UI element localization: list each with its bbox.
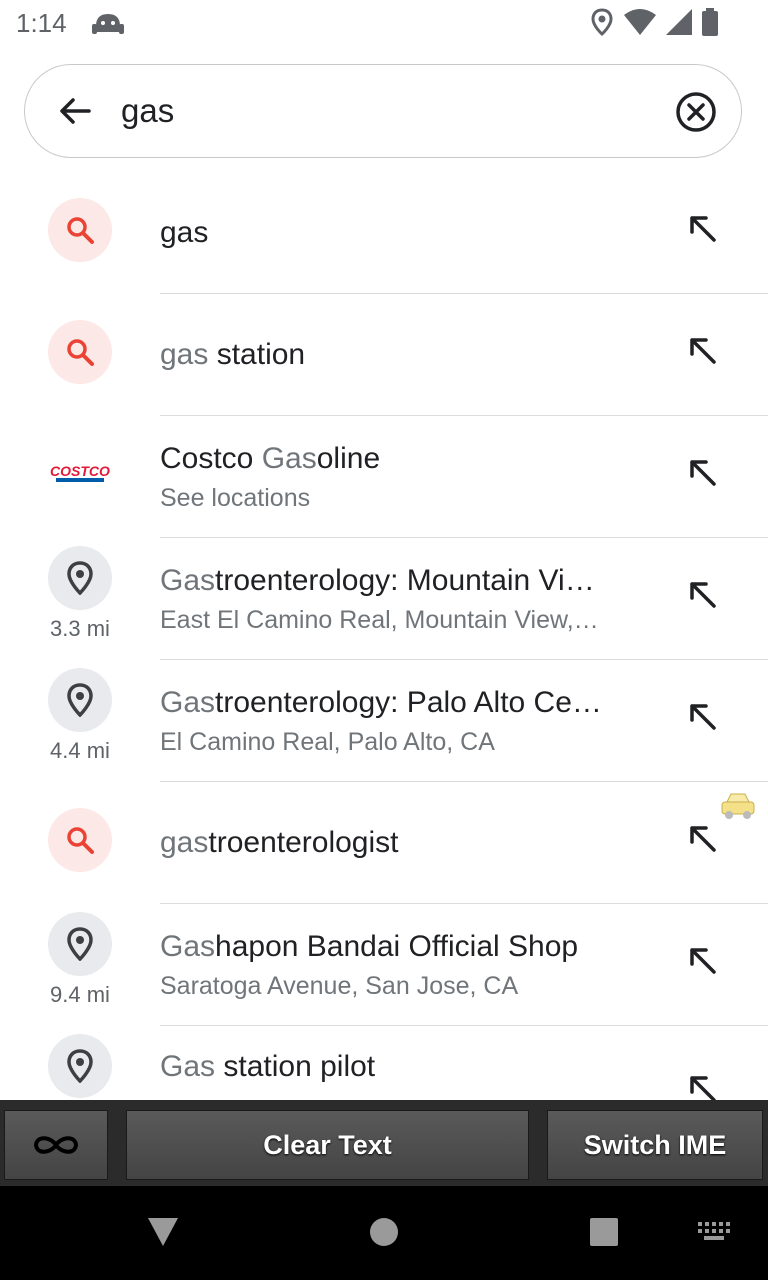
svg-text:COSTCO: COSTCO (50, 463, 110, 479)
magnifier-icon (67, 339, 94, 366)
result-subtitle: Saratoga Avenue, San Jose, CA (160, 971, 519, 1000)
result-title: gas station (160, 338, 306, 371)
ime-toolbar: Clear Text Switch IME (0, 1100, 768, 1186)
list-item[interactable]: 4.4 mi Gastroenterology: Palo Alto Ce… E… (0, 660, 768, 782)
list-item[interactable]: gastroenterologist (0, 782, 768, 904)
list-item[interactable]: 3.3 mi Gastroenterology: Mountain Vi… Ea… (0, 538, 768, 660)
result-subtitle: East El Camino Real, Mountain View,… (160, 605, 599, 634)
recents-nav-icon[interactable] (588, 1216, 620, 1248)
status-time: 1:14 (16, 8, 67, 38)
search-input[interactable]: gas (121, 89, 174, 133)
result-title: Gashapon Bandai Official Shop (160, 929, 579, 963)
place-pin-icon (48, 668, 112, 732)
place-pin-icon (48, 546, 112, 610)
result-title: Gastroenterology: Palo Alto Ce… (160, 685, 602, 719)
infinity-icon (33, 1136, 79, 1154)
home-nav-icon[interactable] (368, 1216, 400, 1248)
place-pin-icon (48, 1034, 112, 1098)
distance-label: 3.3 mi (50, 616, 110, 641)
status-bar: 1:14 (0, 0, 768, 48)
fill-query-arrow-icon[interactable] (684, 942, 720, 978)
fill-query-arrow-icon[interactable] (684, 210, 720, 246)
costco-logo-icon: COSTCO (50, 463, 110, 482)
android-robot-icon (92, 14, 124, 34)
distance-label: 9.4 mi (50, 982, 110, 1007)
result-title: gas (160, 216, 209, 249)
magnifier-icon (67, 827, 94, 854)
place-pin-icon (48, 912, 112, 976)
fill-query-arrow-icon[interactable] (684, 576, 720, 612)
magnifier-icon (67, 217, 94, 244)
result-title: Gas station pilot (160, 1050, 376, 1083)
list-item[interactable]: COSTCO Costco Gasoline See locations (0, 416, 768, 538)
fill-query-arrow-icon[interactable] (684, 820, 720, 856)
clear-text-button[interactable]: Clear Text (126, 1110, 529, 1180)
search-suggestion-icon (48, 198, 112, 262)
search-suggestion-icon (48, 808, 112, 872)
list-item[interactable]: gas (0, 172, 768, 294)
search-suggestion-icon (48, 320, 112, 384)
result-subtitle: El Camino Real, Palo Alto, CA (160, 727, 495, 756)
infinity-toggle-button[interactable] (4, 1110, 108, 1180)
battery-icon (702, 8, 718, 36)
switch-ime-button[interactable]: Switch IME (547, 1110, 763, 1180)
taxi-icon (721, 793, 755, 819)
result-title: gastroenterologist (160, 826, 399, 859)
result-title: Costco Gasoline (160, 441, 381, 475)
search-bar[interactable]: gas (24, 64, 742, 158)
fill-query-arrow-icon[interactable] (684, 698, 720, 734)
back-nav-icon[interactable] (146, 1216, 180, 1248)
result-title: Gastroenterology: Mountain Vi… (160, 563, 595, 597)
wifi-icon (624, 9, 656, 35)
fill-query-arrow-icon[interactable] (684, 332, 720, 368)
result-subtitle: See locations (160, 483, 311, 512)
navigation-bar (0, 1186, 768, 1280)
fill-query-arrow-icon[interactable] (684, 454, 720, 490)
list-item[interactable]: gas station (0, 294, 768, 416)
list-item[interactable]: 9.4 mi Gashapon Bandai Official Shop Sar… (0, 904, 768, 1026)
keyboard-icon[interactable] (696, 1220, 732, 1242)
signal-icon (666, 9, 692, 35)
location-icon (591, 8, 613, 36)
distance-label: 4.4 mi (50, 738, 110, 763)
clear-search-icon[interactable] (673, 89, 719, 135)
back-arrow-icon[interactable] (53, 89, 97, 133)
